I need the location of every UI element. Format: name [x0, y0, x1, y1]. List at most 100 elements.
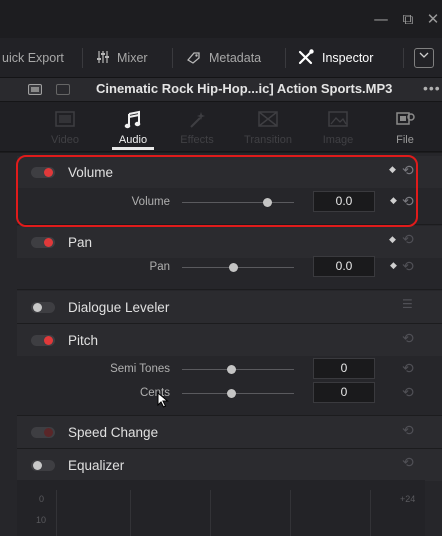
- music-note-icon: [103, 110, 163, 132]
- keyframe-diamond-icon[interactable]: ◆: [390, 196, 397, 206]
- metadata-label: Metadata: [209, 51, 262, 65]
- top-toolbar: uick Export Mixer Metadata Inspector: [0, 38, 442, 78]
- inspector-button[interactable]: Inspector: [297, 38, 373, 78]
- cents-slider-handle[interactable]: [227, 389, 236, 398]
- volume-enable-toggle[interactable]: [31, 167, 55, 178]
- pitch-enable-toggle[interactable]: [31, 335, 55, 346]
- eq-gridline: [130, 490, 131, 536]
- window-titlebar: — ⧉ ✕: [0, 0, 442, 38]
- tab-video[interactable]: Video: [35, 102, 95, 152]
- metadata-button[interactable]: Metadata: [186, 38, 261, 78]
- tab-file[interactable]: File: [375, 102, 435, 152]
- tab-file-label: File: [396, 134, 414, 146]
- reset-icon[interactable]: ⟲: [402, 232, 414, 248]
- semitones-label: Semi Tones: [110, 363, 170, 375]
- equalizer-title: Equalizer: [68, 458, 125, 473]
- semitones-slider[interactable]: [182, 369, 294, 370]
- keyframe-diamond-icon[interactable]: ◆: [389, 235, 396, 245]
- tab-transition-label: Transition: [244, 134, 292, 146]
- toggle-knob: [44, 168, 53, 177]
- keyframe-diamond-icon[interactable]: ◆: [389, 165, 396, 175]
- image-icon: [308, 110, 368, 132]
- volume-param-row: Volume 0.0 ◆: [17, 188, 442, 218]
- clip-title: Cinematic Rock Hip-Hop...ic] Action Spor…: [96, 81, 393, 96]
- metadata-icon: [186, 50, 202, 67]
- cents-slider[interactable]: [182, 393, 294, 394]
- eq-scale-label: 10: [36, 515, 47, 525]
- toggle-knob: [44, 238, 53, 247]
- speed-change-section-header[interactable]: Speed Change: [17, 416, 442, 448]
- inspector-tabs: Video Audio Effects Transition Image Fil…: [0, 102, 442, 152]
- speed-change-enable-toggle[interactable]: [31, 427, 55, 438]
- pan-slider-handle[interactable]: [229, 263, 238, 272]
- toolbar-divider: [172, 48, 173, 68]
- more-options-icon[interactable]: •••: [423, 80, 441, 96]
- volume-slider-handle[interactable]: [263, 198, 272, 207]
- section-divider: [17, 224, 442, 225]
- wand-icon: [167, 110, 227, 132]
- reset-icon[interactable]: ⟲: [402, 259, 414, 275]
- tab-effects[interactable]: Effects: [167, 102, 227, 152]
- minimize-icon[interactable]: —: [370, 8, 392, 30]
- eq-scale-label: +24: [400, 494, 416, 504]
- reset-icon[interactable]: ⟲: [402, 163, 414, 179]
- quick-export-button[interactable]: uick Export: [2, 38, 64, 78]
- tab-image-label: Image: [322, 134, 354, 146]
- pan-section-title: Pan: [68, 235, 93, 250]
- pan-param-label: Pan: [149, 261, 170, 273]
- eq-gridline: [290, 490, 291, 536]
- equalizer-enable-toggle[interactable]: [31, 460, 55, 471]
- semitones-value-field[interactable]: 0: [313, 358, 375, 379]
- close-icon[interactable]: ✕: [422, 8, 442, 30]
- restore-icon[interactable]: ⧉: [397, 8, 419, 30]
- dialogue-leveler-section-header[interactable]: Dialogue Leveler: [17, 291, 442, 323]
- mixer-icon: [96, 50, 110, 67]
- tab-image[interactable]: Image: [308, 102, 368, 152]
- panel-toggle-icon[interactable]: [414, 48, 434, 68]
- inspector-tools-icon: [297, 48, 315, 68]
- options-icon[interactable]: ☰: [402, 297, 413, 311]
- toolbar-divider: [82, 48, 83, 68]
- section-divider: [17, 289, 442, 290]
- reset-icon[interactable]: ⟲: [402, 331, 414, 347]
- tab-audio[interactable]: Audio: [103, 102, 163, 152]
- toggle-knob: [33, 461, 42, 470]
- mixer-button[interactable]: Mixer: [96, 38, 148, 78]
- semitones-slider-handle[interactable]: [227, 365, 236, 374]
- reset-icon[interactable]: ⟲: [402, 455, 414, 471]
- reset-icon[interactable]: ⟲: [402, 423, 414, 439]
- pan-enable-toggle[interactable]: [31, 237, 55, 248]
- toggle-knob: [33, 303, 42, 312]
- toggle-knob: [44, 336, 53, 345]
- pan-slider[interactable]: [182, 267, 294, 268]
- reset-icon[interactable]: ⟲: [402, 361, 414, 377]
- eq-gridline: [210, 490, 211, 536]
- tab-transition[interactable]: Transition: [238, 102, 298, 152]
- volume-section-header[interactable]: Volume ◆: [17, 156, 442, 188]
- volume-slider[interactable]: [182, 202, 294, 203]
- reset-icon[interactable]: ⟲: [402, 385, 414, 401]
- toolbar-divider: [403, 48, 404, 68]
- volume-value-field[interactable]: 0.0: [313, 191, 375, 212]
- clip-header: Cinematic Rock Hip-Hop...ic] Action Spor…: [0, 78, 442, 102]
- speed-change-title: Speed Change: [68, 425, 159, 440]
- audio-clip-icon[interactable]: [28, 84, 42, 95]
- reset-icon[interactable]: ⟲: [402, 194, 414, 210]
- tab-effects-label: Effects: [180, 134, 214, 146]
- cents-value-field[interactable]: 0: [313, 382, 375, 403]
- equalizer-section-header[interactable]: Equalizer: [17, 449, 442, 481]
- link-clip-icon[interactable]: [56, 84, 70, 95]
- mouse-cursor-icon: [157, 392, 169, 408]
- eq-gridline: [370, 490, 371, 536]
- inspector-label: Inspector: [322, 51, 374, 65]
- transition-icon: [238, 110, 298, 132]
- file-icon: [375, 110, 435, 132]
- pan-value-field[interactable]: 0.0: [313, 256, 375, 277]
- keyframe-diamond-icon[interactable]: ◆: [390, 261, 397, 271]
- dialogue-leveler-enable-toggle[interactable]: [31, 302, 55, 313]
- pitch-section-title: Pitch: [68, 333, 99, 348]
- tab-video-label: Video: [51, 134, 79, 146]
- pitch-section-header[interactable]: Pitch: [17, 324, 442, 356]
- mixer-label: Mixer: [117, 51, 148, 65]
- equalizer-graph[interactable]: [17, 480, 425, 536]
